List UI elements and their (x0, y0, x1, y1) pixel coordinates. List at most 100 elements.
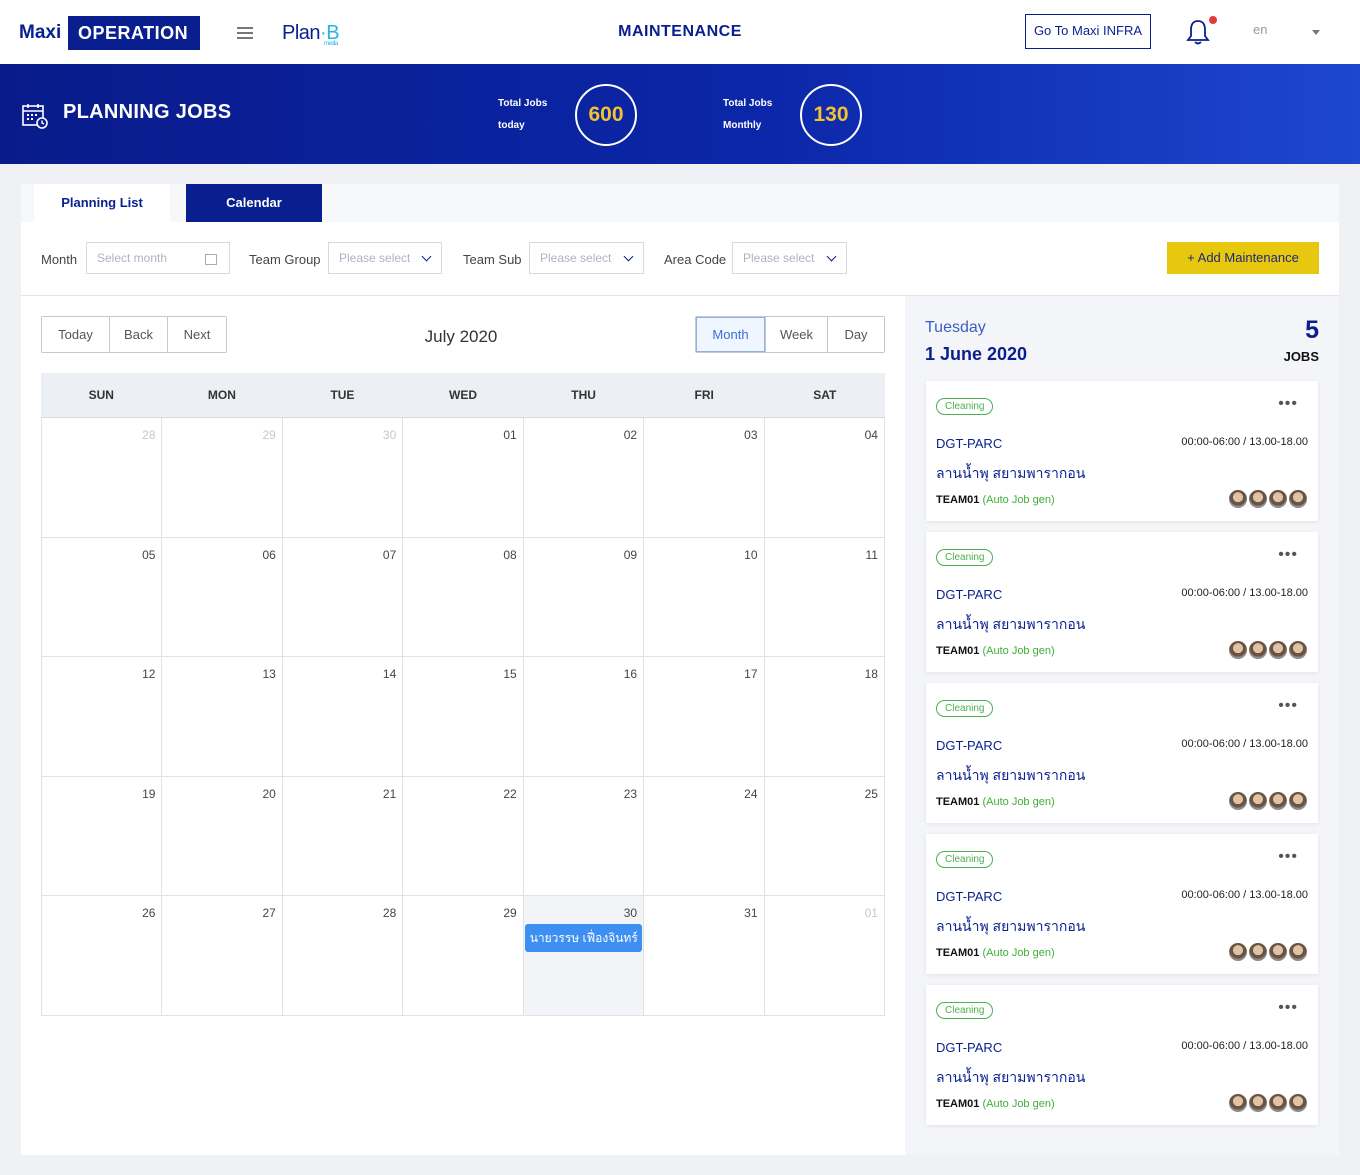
calendar-day-cell[interactable]: 11 (763, 537, 885, 657)
calendar-day-cell[interactable]: 28 (41, 418, 161, 537)
calendar-day-cell[interactable]: 09 (522, 537, 643, 657)
avatar (1228, 489, 1248, 509)
calendar-day-cell[interactable]: 29 (402, 896, 522, 1015)
calendar-day-cell[interactable]: 22 (402, 776, 522, 896)
tab-calendar[interactable]: Calendar (186, 184, 322, 222)
calendar-day-cell[interactable]: 28 (281, 896, 402, 1015)
calendar-day-cell[interactable]: 01 (763, 896, 885, 1015)
job-auto-label: (Auto Job gen) (982, 796, 1055, 808)
day-number: 25 (864, 786, 878, 801)
weekday-sun: SUN (88, 388, 114, 402)
calendar-day-cell[interactable]: 07 (281, 537, 402, 657)
calendar-day-cell[interactable]: 03 (643, 418, 763, 537)
team-group-value: Please select (339, 251, 411, 265)
job-auto-label: (Auto Job gen) (982, 494, 1055, 506)
calendar-day-cell[interactable]: 06 (161, 537, 281, 657)
job-card[interactable]: Cleaning ••• DGT-PARC 00:00-06:00 / 13.0… (926, 985, 1318, 1125)
day-number: 08 (503, 547, 517, 562)
calendar-day-cell[interactable]: 20 (161, 776, 281, 896)
calendar-day-cell[interactable]: 02 (522, 418, 643, 537)
calendar-day-cell[interactable]: 13 (161, 657, 281, 776)
planb-logo-media: media (324, 41, 338, 47)
calendar-day-cell[interactable]: 14 (281, 657, 402, 776)
day-number: 01 (864, 906, 878, 921)
calendar-day-cell[interactable]: 12 (41, 657, 161, 776)
calendar-day-cell[interactable]: 17 (643, 657, 763, 776)
calendar-day-cell[interactable]: 29 (161, 418, 281, 537)
job-card[interactable]: Cleaning ••• DGT-PARC 00:00-06:00 / 13.0… (926, 683, 1318, 823)
calendar-day-cell[interactable]: 18 (763, 657, 885, 776)
next-button[interactable]: Next (168, 317, 226, 352)
calendar-day-cell[interactable]: 08 (402, 537, 522, 657)
stat-monthly-value: 130 (800, 84, 862, 146)
more-options-icon[interactable]: ••• (1278, 999, 1298, 1017)
day-number: 18 (864, 667, 878, 682)
calendar-day-cell[interactable]: 30 (281, 418, 402, 537)
area-code-select[interactable]: Please select (732, 242, 847, 274)
calendar-week-row: 26 27 28 29 30 นายวรรษ เฟื่องจินทร์ 31 0… (41, 896, 885, 1016)
job-team-name: TEAM01 (936, 947, 980, 959)
job-auto-label: (Auto Job gen) (982, 645, 1055, 657)
job-card[interactable]: Cleaning ••• DGT-PARC 00:00-06:00 / 13.0… (926, 834, 1318, 974)
add-maintenance-button[interactable]: + Add Maintenance (1167, 242, 1319, 274)
more-options-icon[interactable]: ••• (1278, 697, 1298, 715)
calendar-day-cell[interactable]: 15 (402, 657, 522, 776)
calendar-day-cell[interactable]: 21 (281, 776, 402, 896)
day-jobs-panel: Tuesday 1 June 2020 5 JOBS Cleaning ••• … (905, 296, 1339, 1155)
job-code: DGT-PARC (936, 738, 1003, 753)
job-tag: Cleaning (936, 851, 994, 868)
calendar-day-cell[interactable]: 25 (763, 776, 885, 896)
calendar-day-cell[interactable]: 01 (402, 418, 522, 537)
calendar-day-cell[interactable]: 31 (643, 896, 763, 1015)
go-to-infra-button[interactable]: Go To Maxi INFRA (1025, 14, 1151, 49)
area-code-value: Please select (743, 251, 815, 265)
view-day-button[interactable]: Day (828, 317, 884, 352)
team-group-select[interactable]: Please select (328, 242, 442, 274)
today-button[interactable]: Today (42, 317, 110, 352)
back-button[interactable]: Back (110, 317, 168, 352)
tab-planning-list[interactable]: Planning List (34, 184, 170, 222)
more-options-icon[interactable]: ••• (1278, 395, 1298, 413)
avatar (1228, 1093, 1248, 1113)
team-sub-value: Please select (540, 251, 612, 265)
calendar-event[interactable]: นายวรรษ เฟื่องจินทร์ (524, 924, 642, 953)
calendar-day-cell-selected[interactable]: 30 นายวรรษ เฟื่องจินทร์ (522, 896, 644, 1015)
calendar-day-cell[interactable]: 26 (41, 896, 161, 1015)
job-tag: Cleaning (936, 700, 994, 717)
chevron-down-icon (421, 251, 432, 262)
month-picker[interactable]: Select month (86, 242, 230, 274)
calendar-day-cell[interactable]: 16 (522, 657, 643, 776)
weekday-thu: THU (571, 388, 596, 402)
calendar-day-cell[interactable]: 27 (161, 896, 281, 1015)
stat-monthly-label-2: Monthly (723, 120, 762, 131)
calendar-day-cell[interactable]: 19 (41, 776, 161, 896)
calendar-day-cell[interactable]: 05 (41, 537, 161, 657)
job-tag: Cleaning (936, 549, 994, 566)
calendar-day-cell[interactable]: 24 (643, 776, 763, 896)
calendar-day-cell[interactable]: 10 (643, 537, 763, 657)
day-number: 01 (503, 428, 517, 442)
day-number: 09 (623, 547, 638, 562)
calendar-icon (205, 254, 217, 265)
hamburger-menu-icon[interactable] (237, 27, 253, 39)
calendar-day-cell[interactable]: 04 (763, 418, 885, 537)
brand-logo-operation[interactable]: OPERATION (68, 16, 200, 50)
day-number: 04 (864, 428, 878, 442)
job-card[interactable]: Cleaning ••• DGT-PARC 00:00-06:00 / 13.0… (926, 532, 1318, 672)
chevron-down-icon[interactable] (1312, 30, 1320, 35)
day-number: 13 (262, 667, 276, 682)
more-options-icon[interactable]: ••• (1278, 848, 1298, 866)
view-week-button[interactable]: Week (766, 317, 828, 352)
avatar (1288, 1093, 1308, 1113)
team-sub-select[interactable]: Please select (529, 242, 644, 274)
calendar-day-cell[interactable]: 23 (522, 776, 643, 896)
brand-logo-maxi[interactable]: Maxi (19, 22, 61, 44)
bell-icon[interactable] (1185, 18, 1211, 46)
job-auto-label: (Auto Job gen) (982, 947, 1055, 959)
job-card[interactable]: Cleaning ••• DGT-PARC 00:00-06:00 / 13.0… (926, 381, 1318, 521)
day-number: 14 (382, 667, 397, 682)
more-options-icon[interactable]: ••• (1278, 546, 1298, 564)
job-auto-label: (Auto Job gen) (982, 1098, 1055, 1110)
view-month-button[interactable]: Month (696, 317, 766, 352)
language-select[interactable]: en (1253, 22, 1267, 37)
